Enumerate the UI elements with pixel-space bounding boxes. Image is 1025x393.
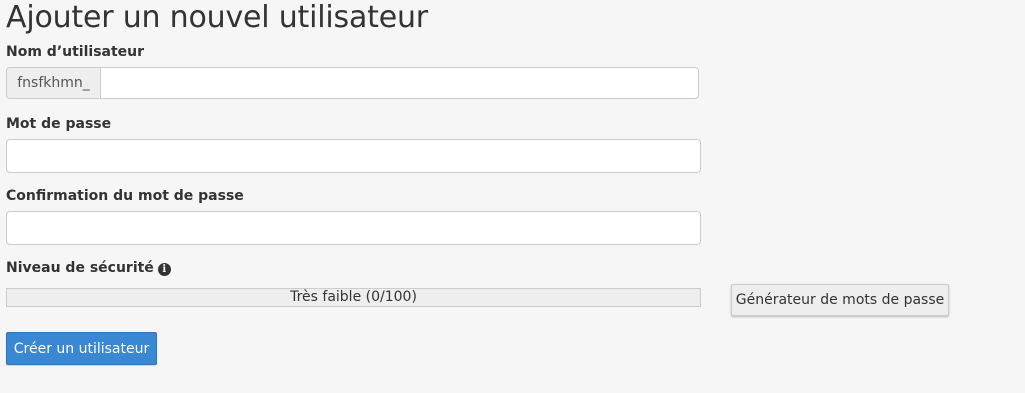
page-title: Ajouter un nouvel utilisateur xyxy=(6,0,428,35)
info-circle-icon[interactable]: i xyxy=(157,263,171,276)
strength-meter: Très faible (0/100) xyxy=(6,288,701,307)
password-generator-button[interactable]: Générateur de mots de passe xyxy=(731,284,949,316)
username-input[interactable] xyxy=(101,68,698,98)
password-label: Mot de passe xyxy=(6,116,112,132)
password-confirm-input[interactable] xyxy=(6,211,701,245)
strength-label: Niveau de sécurité xyxy=(6,260,154,276)
username-prefix: fnsfkhmn_ xyxy=(7,68,101,98)
create-user-button[interactable]: Créer un utilisateur xyxy=(6,332,157,365)
strength-meter-text: Très faible (0/100) xyxy=(290,289,417,305)
strength-label-row: Niveau de sécurité i xyxy=(6,260,171,277)
username-input-group: fnsfkhmn_ xyxy=(6,67,699,99)
password-input[interactable] xyxy=(6,139,701,173)
username-label: Nom d’utilisateur xyxy=(6,44,145,60)
password-confirm-label: Confirmation du mot de passe xyxy=(6,188,244,204)
